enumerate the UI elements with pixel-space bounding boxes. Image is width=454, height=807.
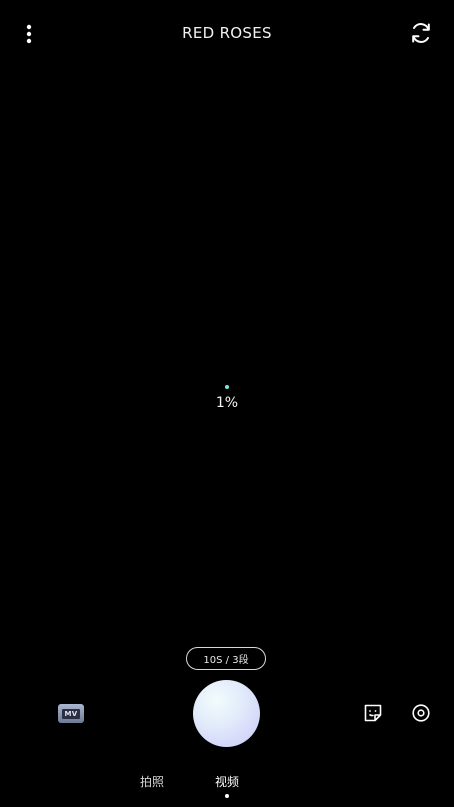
loading-progress-text: 1% [215, 395, 239, 411]
switch-camera-icon [412, 23, 430, 43]
switch-camera-button[interactable] [406, 18, 436, 48]
loading-indicator: 1% [0, 384, 454, 424]
record-shutter-button[interactable] [193, 680, 260, 747]
mv-label: MV [62, 708, 80, 719]
effects-button[interactable] [410, 702, 432, 724]
top-bar: RED ROSES [0, 0, 454, 66]
sticker-button[interactable] [362, 702, 384, 724]
mv-button[interactable]: MV [58, 704, 84, 723]
loading-spinner-dot [225, 385, 229, 389]
tab-video[interactable]: 视频 [215, 773, 239, 790]
duration-segments-selector[interactable]: 10S / 3段 [186, 647, 266, 670]
page-title: RED ROSES [182, 24, 272, 42]
active-tab-indicator [224, 794, 229, 798]
mode-tabs: 拍照 视频 [0, 770, 454, 800]
effects-icon [412, 704, 430, 722]
tab-photo[interactable]: 拍照 [140, 773, 164, 790]
sticker-icon [364, 704, 382, 722]
